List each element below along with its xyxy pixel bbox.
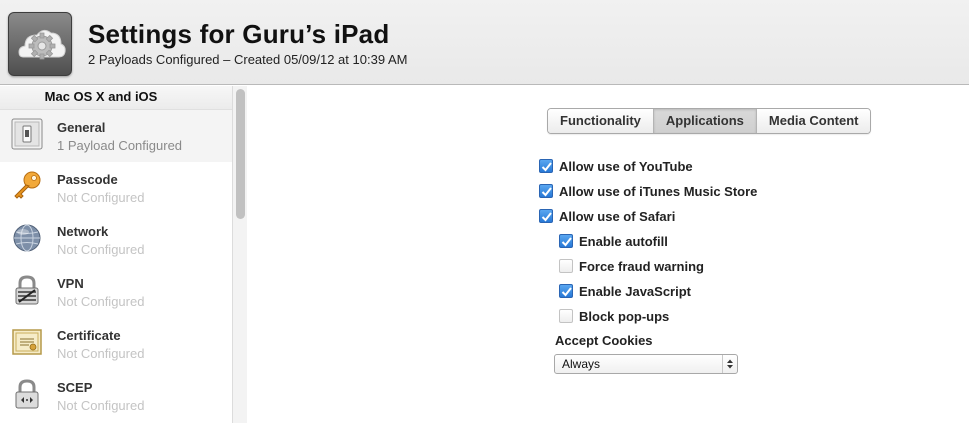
select-value: Always xyxy=(562,357,601,371)
lock-icon xyxy=(11,274,43,306)
checkbox-unchecked[interactable] xyxy=(559,259,573,273)
updown-chevron-icon xyxy=(722,355,737,373)
sidebar-item-network[interactable]: Network Not Configured xyxy=(0,214,232,266)
checkbox-checked[interactable] xyxy=(559,284,573,298)
sidebar-item-status: Not Configured xyxy=(57,294,145,309)
sidebar-scrollbar[interactable] xyxy=(232,86,247,423)
accept-cookies-label: Accept Cookies xyxy=(555,333,653,348)
sidebar-item-title: Passcode xyxy=(57,172,118,187)
scrollbar-thumb[interactable] xyxy=(236,89,245,219)
tab-media-content[interactable]: Media Content xyxy=(756,109,871,133)
globe-icon xyxy=(11,222,43,254)
page-subtitle: 2 Payloads Configured – Created 05/09/12… xyxy=(88,52,408,67)
tab-applications[interactable]: Applications xyxy=(653,109,757,133)
scep-lock-icon xyxy=(11,378,43,410)
sidebar-item-certificate[interactable]: Certificate Not Configured xyxy=(0,318,232,370)
main-panel: Functionality Applications Media Content… xyxy=(248,86,969,423)
sidebar-item-title: SCEP xyxy=(57,380,93,395)
sidebar-item-status: Not Configured xyxy=(57,190,145,205)
sidebar-item-status: Not Configured xyxy=(57,242,145,257)
accept-cookies-select[interactable]: Always xyxy=(554,354,738,374)
sidebar-section-header: Mac OS X and iOS xyxy=(0,86,232,110)
page-title: Settings for Guru’s iPad xyxy=(88,19,390,49)
sidebar-item-status: 1 Payload Configured xyxy=(57,138,183,153)
sidebar-item-title: Certificate xyxy=(57,328,121,343)
option-allow-itunes[interactable]: Allow use of iTunes Music Store xyxy=(539,182,757,200)
switch-icon xyxy=(11,118,43,150)
option-label: Block pop-ups xyxy=(579,308,670,324)
option-label: Enable JavaScript xyxy=(579,283,691,299)
sidebar-item-general[interactable]: General 1 Payload Configured xyxy=(0,110,232,162)
option-allow-safari[interactable]: Allow use of Safari xyxy=(539,207,675,225)
checkbox-checked[interactable] xyxy=(539,209,553,223)
checkbox-unchecked[interactable] xyxy=(559,309,573,323)
sidebar-item-passcode[interactable]: Passcode Not Configured xyxy=(0,162,232,214)
certificate-icon xyxy=(11,326,43,358)
option-label: Enable autofill xyxy=(579,233,668,249)
sidebar-item-vpn[interactable]: VPN Not Configured xyxy=(0,266,232,318)
sidebar-item-status: Not Configured xyxy=(57,346,145,361)
tab-functionality[interactable]: Functionality xyxy=(548,109,654,133)
checkbox-checked[interactable] xyxy=(559,234,573,248)
option-enable-autofill[interactable]: Enable autofill xyxy=(559,232,668,250)
key-icon xyxy=(11,170,43,202)
checkbox-checked[interactable] xyxy=(539,159,553,173)
option-block-popups[interactable]: Block pop-ups xyxy=(559,307,669,325)
option-enable-javascript[interactable]: Enable JavaScript xyxy=(559,282,691,300)
header: Settings for Guru’s iPad 2 Payloads Conf… xyxy=(0,0,969,85)
settings-gear-icon xyxy=(8,12,72,76)
segmented-tabs: Functionality Applications Media Content xyxy=(547,108,872,134)
sidebar-item-status: Not Configured xyxy=(57,398,145,413)
option-label: Force fraud warning xyxy=(579,258,704,274)
sidebar-item-title: General xyxy=(57,120,106,135)
option-label: Allow use of Safari xyxy=(559,208,676,224)
option-allow-youtube[interactable]: Allow use of YouTube xyxy=(539,157,693,175)
sidebar-item-title: Network xyxy=(57,224,109,239)
checkbox-checked[interactable] xyxy=(539,184,553,198)
option-label: Allow use of YouTube xyxy=(559,158,693,174)
option-label: Allow use of iTunes Music Store xyxy=(559,183,758,199)
sidebar-list: General 1 Payload Configured Passcode No… xyxy=(0,110,232,422)
option-force-fraud-warning[interactable]: Force fraud warning xyxy=(559,257,704,275)
sidebar-item-title: VPN xyxy=(57,276,84,291)
sidebar-item-scep[interactable]: SCEP Not Configured xyxy=(0,370,232,422)
sidebar: Mac OS X and iOS General 1 Payload Confi… xyxy=(0,86,247,423)
